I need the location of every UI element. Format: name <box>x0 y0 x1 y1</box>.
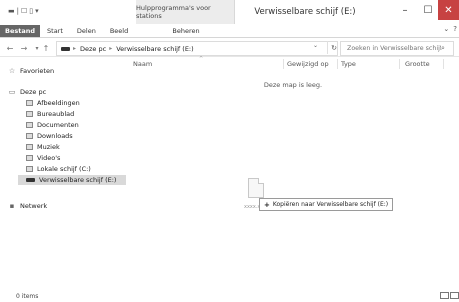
column-divider <box>443 59 444 69</box>
tab-start[interactable]: Start <box>40 25 70 37</box>
nav-label: Bureaublad <box>37 110 75 118</box>
nav-label: Muziek <box>37 143 60 151</box>
forward-button[interactable]: → <box>18 42 30 54</box>
drive-icon <box>61 46 70 51</box>
music-folder-icon <box>26 144 33 150</box>
new-folder-icon[interactable]: ▯ <box>29 6 33 16</box>
tab-view[interactable]: Beeld <box>103 25 135 37</box>
nav-item-pictures[interactable]: Afbeeldingen <box>26 98 80 108</box>
nav-label: Favorieten <box>20 67 55 75</box>
nav-this-pc[interactable]: ▭ Deze pc <box>8 87 47 97</box>
column-header-modified[interactable]: Gewijzigd op <box>287 60 329 68</box>
nav-item-local-disk[interactable]: Lokale schijf (C:) <box>26 164 91 174</box>
nav-item-removable-drive[interactable]: Verwisselbare schijf (E:) <box>18 175 126 185</box>
file-list[interactable]: ^ Naam Gewijzigd op Type Grootte Deze ma… <box>127 56 459 289</box>
search-icon[interactable]: ⌕ <box>441 44 445 53</box>
breadcrumb-removable-drive[interactable]: Verwisselbare schijf (E:) <box>116 45 193 53</box>
documents-folder-icon <box>26 122 33 128</box>
help-icon[interactable]: ? <box>453 25 457 33</box>
nav-item-desktop[interactable]: Bureaublad <box>26 109 74 119</box>
details-view-icon[interactable] <box>440 292 449 299</box>
breadcrumb-separator: ▸ <box>109 45 113 52</box>
star-icon: ☆ <box>8 66 16 75</box>
nav-label: Netwerk <box>20 202 48 210</box>
back-button[interactable]: ← <box>4 42 16 54</box>
window-menu-icon[interactable]: ▬ <box>8 6 15 16</box>
window-title: Verwisselbare schijf (E:) <box>254 7 356 17</box>
tab-share[interactable]: Delen <box>70 25 103 37</box>
nav-item-music[interactable]: Muziek <box>26 142 60 152</box>
nav-network[interactable]: ▪ Netwerk <box>8 201 48 211</box>
sort-arrow-icon: ^ <box>199 56 204 62</box>
status-bar: 0 items <box>0 290 459 302</box>
nav-item-downloads[interactable]: Downloads <box>26 131 73 141</box>
downloads-folder-icon <box>26 133 33 139</box>
tab-file[interactable]: Bestand <box>0 25 41 37</box>
desktop-folder-icon <box>26 111 33 117</box>
plus-icon: + <box>264 200 270 209</box>
dragged-file-icon <box>248 178 264 198</box>
local-disk-icon <box>26 166 33 172</box>
nav-label: Video's <box>37 154 61 162</box>
nav-label: Downloads <box>37 132 73 140</box>
column-divider <box>337 59 338 69</box>
address-row: ← → ▾ ↑ ▸ Deze pc ▸ Verwisselbare schijf… <box>0 40 459 57</box>
computer-icon: ▭ <box>8 87 16 96</box>
nav-label: Lokale schijf (C:) <box>37 165 91 173</box>
search-box[interactable]: ⌕ <box>340 41 454 56</box>
column-divider <box>399 59 400 69</box>
minimize-button[interactable]: – <box>392 0 418 20</box>
column-header-size[interactable]: Grootte <box>405 60 430 68</box>
column-divider <box>283 59 284 69</box>
nav-label: Afbeeldingen <box>37 99 80 107</box>
navigation-pane: ☆ Favorieten ▭ Deze pc Afbeeldingen Bure… <box>0 57 126 289</box>
properties-icon[interactable]: ☐ <box>21 6 27 16</box>
address-bar[interactable]: ▸ Deze pc ▸ Verwisselbare schijf (E:) <box>56 41 338 56</box>
drag-copy-tooltip: + Kopiëren naar Verwisselbare schijf (E:… <box>259 198 394 211</box>
breadcrumb-this-pc[interactable]: Deze pc <box>80 45 106 53</box>
ribbon-tabs: Bestand Start Delen Beeld Beheren <box>0 25 459 38</box>
customize-toolbar-icon[interactable]: ▾ <box>35 6 39 16</box>
tab-manage[interactable]: Beheren <box>156 25 216 37</box>
title-bar: ▬ | ☐ ▯ ▾ Hulpprogramma's voor stations … <box>0 0 459 24</box>
up-button[interactable]: ↑ <box>40 42 52 54</box>
quick-access-toolbar: ▬ | ☐ ▯ ▾ <box>8 6 39 16</box>
drag-copy-label: Kopiëren naar Verwisselbare schijf (E:) <box>272 201 389 208</box>
videos-folder-icon <box>26 155 33 161</box>
network-icon: ▪ <box>9 201 15 210</box>
nav-label: Verwisselbare schijf (E:) <box>39 176 117 184</box>
expand-ribbon-icon[interactable]: ⌄ <box>443 25 449 33</box>
maximize-button[interactable]: ☐ <box>418 0 438 20</box>
search-input[interactable] <box>347 45 441 52</box>
large-icons-view-icon[interactable] <box>450 292 459 299</box>
ribbon-right-controls: ⌄ ? <box>443 25 457 33</box>
breadcrumb-separator: ▸ <box>73 45 77 52</box>
nav-item-documents[interactable]: Documenten <box>26 120 79 130</box>
removable-drive-icon <box>26 178 35 182</box>
column-header-type[interactable]: Type <box>341 60 356 68</box>
separator: | <box>16 7 19 15</box>
nav-label: Deze pc <box>20 88 47 96</box>
nav-favorites[interactable]: ☆ Favorieten <box>8 66 54 76</box>
nav-label: Documenten <box>37 121 79 129</box>
close-button[interactable]: ✕ <box>438 0 459 20</box>
refresh-button[interactable]: ↻ <box>327 41 340 54</box>
nav-item-videos[interactable]: Video's <box>26 153 60 163</box>
column-header-name[interactable]: Naam <box>133 60 152 68</box>
address-dropdown-icon[interactable]: ⌄ <box>313 42 318 49</box>
empty-folder-message: Deze map is leeg. <box>263 81 323 89</box>
drive-tools-context-label: Hulpprogramma's voor stations <box>136 0 235 24</box>
item-count: 0 items <box>16 293 39 300</box>
pictures-folder-icon <box>26 100 33 106</box>
